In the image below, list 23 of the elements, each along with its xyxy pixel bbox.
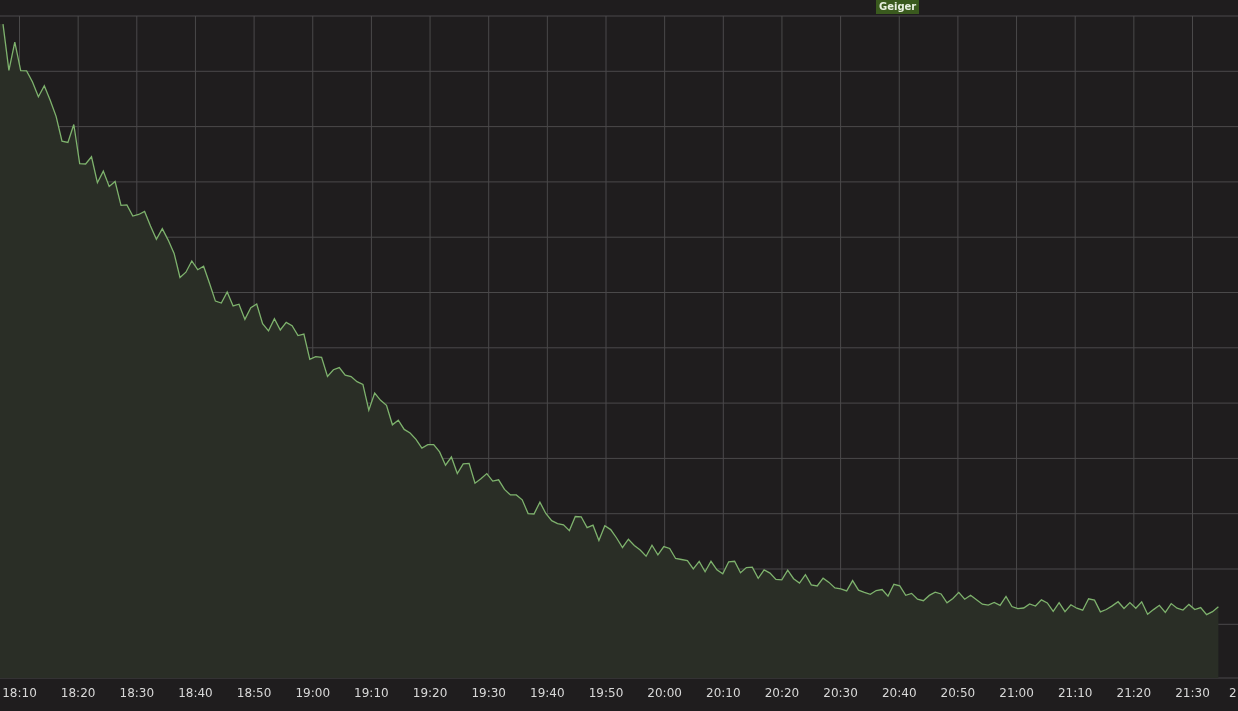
tick-label: 18:20 <box>60 686 96 700</box>
tick-label: 19:30 <box>471 686 506 700</box>
tick-label: 21:20 <box>1116 686 1152 700</box>
tick-label: 20:20 <box>764 686 800 700</box>
series-label: Geiger <box>876 0 920 14</box>
tick-label: 21:10 <box>1057 686 1093 700</box>
tick-label: 18:50 <box>236 686 272 700</box>
tick-label: 21:00 <box>999 686 1034 700</box>
tick-label: 21:30 <box>1175 686 1210 700</box>
tick-label: 19:40 <box>530 686 565 700</box>
tick-label: 18:10 <box>2 686 37 700</box>
tick-label: 20:30 <box>823 686 858 700</box>
tick-label: 19:50 <box>588 686 624 700</box>
tick-label: 19:10 <box>354 686 389 700</box>
tick-label: 20:50 <box>940 686 976 700</box>
tick-label: 20:10 <box>706 686 741 700</box>
tick-label: 18:30 <box>119 686 155 700</box>
tick-label: 2 <box>1229 686 1237 700</box>
tick-label: 20:40 <box>881 686 917 700</box>
tick-label: 18:40 <box>178 686 213 700</box>
tick-label: 19:20 <box>412 686 448 700</box>
tick-label: 20:00 <box>647 686 682 700</box>
tick-label: 19:00 <box>295 686 331 700</box>
